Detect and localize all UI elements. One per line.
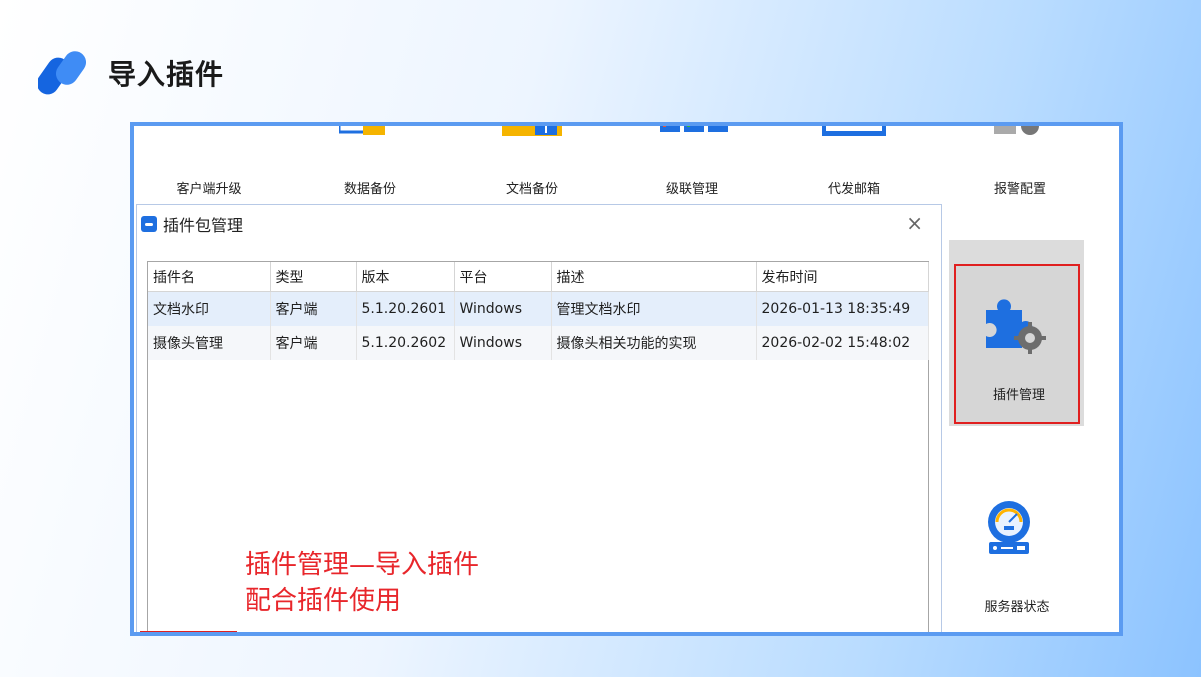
- col-header-type[interactable]: 类型: [270, 262, 357, 292]
- table-header-row: 插件名 类型 版本 平台 描述 发布时间: [148, 262, 929, 292]
- cell-type: 客户端: [270, 291, 357, 326]
- cell-description: 摄像头相关功能的实现: [551, 326, 757, 360]
- brand-logo-icon: [36, 50, 92, 96]
- cell-plugin-name: 文档水印: [148, 291, 271, 326]
- toolbar-label-cascade[interactable]: 级联管理: [632, 178, 752, 197]
- col-header-platform[interactable]: 平台: [454, 262, 552, 292]
- server-status-label[interactable]: 服务器状态: [954, 596, 1080, 615]
- toolbar-label-alarm[interactable]: 报警配置: [960, 178, 1080, 197]
- mail-icon[interactable]: [822, 126, 886, 142]
- cascade-icon[interactable]: [660, 126, 730, 142]
- cell-plugin-name: 摄像头管理: [148, 326, 271, 360]
- cell-description: 管理文档水印: [551, 291, 757, 326]
- dialog-title: 插件包管理: [163, 216, 244, 235]
- plugin-puzzle-icon: [984, 296, 1048, 360]
- dialog-titlebar: 插件包管理: [137, 205, 941, 243]
- col-header-description[interactable]: 描述: [551, 262, 757, 292]
- slide-title: 导入插件: [108, 58, 225, 91]
- app-logo-icon: [141, 216, 157, 232]
- col-header-version[interactable]: 版本: [356, 262, 455, 292]
- toolbar-label-client-upgrade[interactable]: 客户端升级: [149, 178, 269, 197]
- server-status-icon[interactable]: [979, 498, 1039, 564]
- cell-platform: Windows: [454, 326, 552, 360]
- toolbar-label-mail[interactable]: 代发邮箱: [794, 178, 914, 197]
- cell-platform: Windows: [454, 291, 552, 326]
- cell-release-time: 2026-01-13 18:35:49: [756, 291, 929, 326]
- cell-type: 客户端: [270, 326, 357, 360]
- plugin-package-dialog: 插件包管理 × 插件名 类型 版本 平台 描述 发布时间 文档水印 客户端 5.…: [136, 204, 942, 632]
- table-row[interactable]: 文档水印 客户端 5.1.20.2601 Windows 管理文档水印 2026…: [148, 291, 929, 326]
- monitor-icon[interactable]: [174, 126, 238, 137]
- col-header-plugin-name[interactable]: 插件名: [148, 262, 271, 292]
- col-header-release-time[interactable]: 发布时间: [756, 262, 929, 292]
- cell-release-time: 2026-02-02 15:48:02: [756, 326, 929, 360]
- folder-backup-icon[interactable]: [502, 126, 562, 142]
- cell-version: 5.1.20.2601: [356, 291, 455, 326]
- plugin-management-button[interactable]: 插件管理: [954, 264, 1080, 424]
- toolbar-label-doc-backup[interactable]: 文档备份: [472, 178, 592, 197]
- annotation-text: 插件管理—导入插件 配合插件使用: [245, 547, 479, 619]
- app-window: 客户端升级 数据备份 文档备份 级联管理 代发邮箱 报警配置 插件管理 服务器状…: [130, 122, 1123, 636]
- slide-header: 导入插件: [36, 50, 225, 96]
- table-row[interactable]: 摄像头管理 客户端 5.1.20.2602 Windows 摄像头相关功能的实现…: [148, 326, 929, 360]
- cell-version: 5.1.20.2602: [356, 326, 455, 360]
- alarm-config-icon[interactable]: [994, 126, 1054, 142]
- close-icon[interactable]: ×: [906, 211, 923, 235]
- plugin-management-label: 插件管理: [992, 388, 1045, 403]
- data-backup-icon[interactable]: [337, 126, 385, 142]
- highlight-marker: [140, 631, 237, 632]
- toolbar-label-data-backup[interactable]: 数据备份: [310, 178, 430, 197]
- annotation-line-1: 插件管理—导入插件: [245, 550, 480, 580]
- annotation-line-2: 配合插件使用: [245, 586, 402, 616]
